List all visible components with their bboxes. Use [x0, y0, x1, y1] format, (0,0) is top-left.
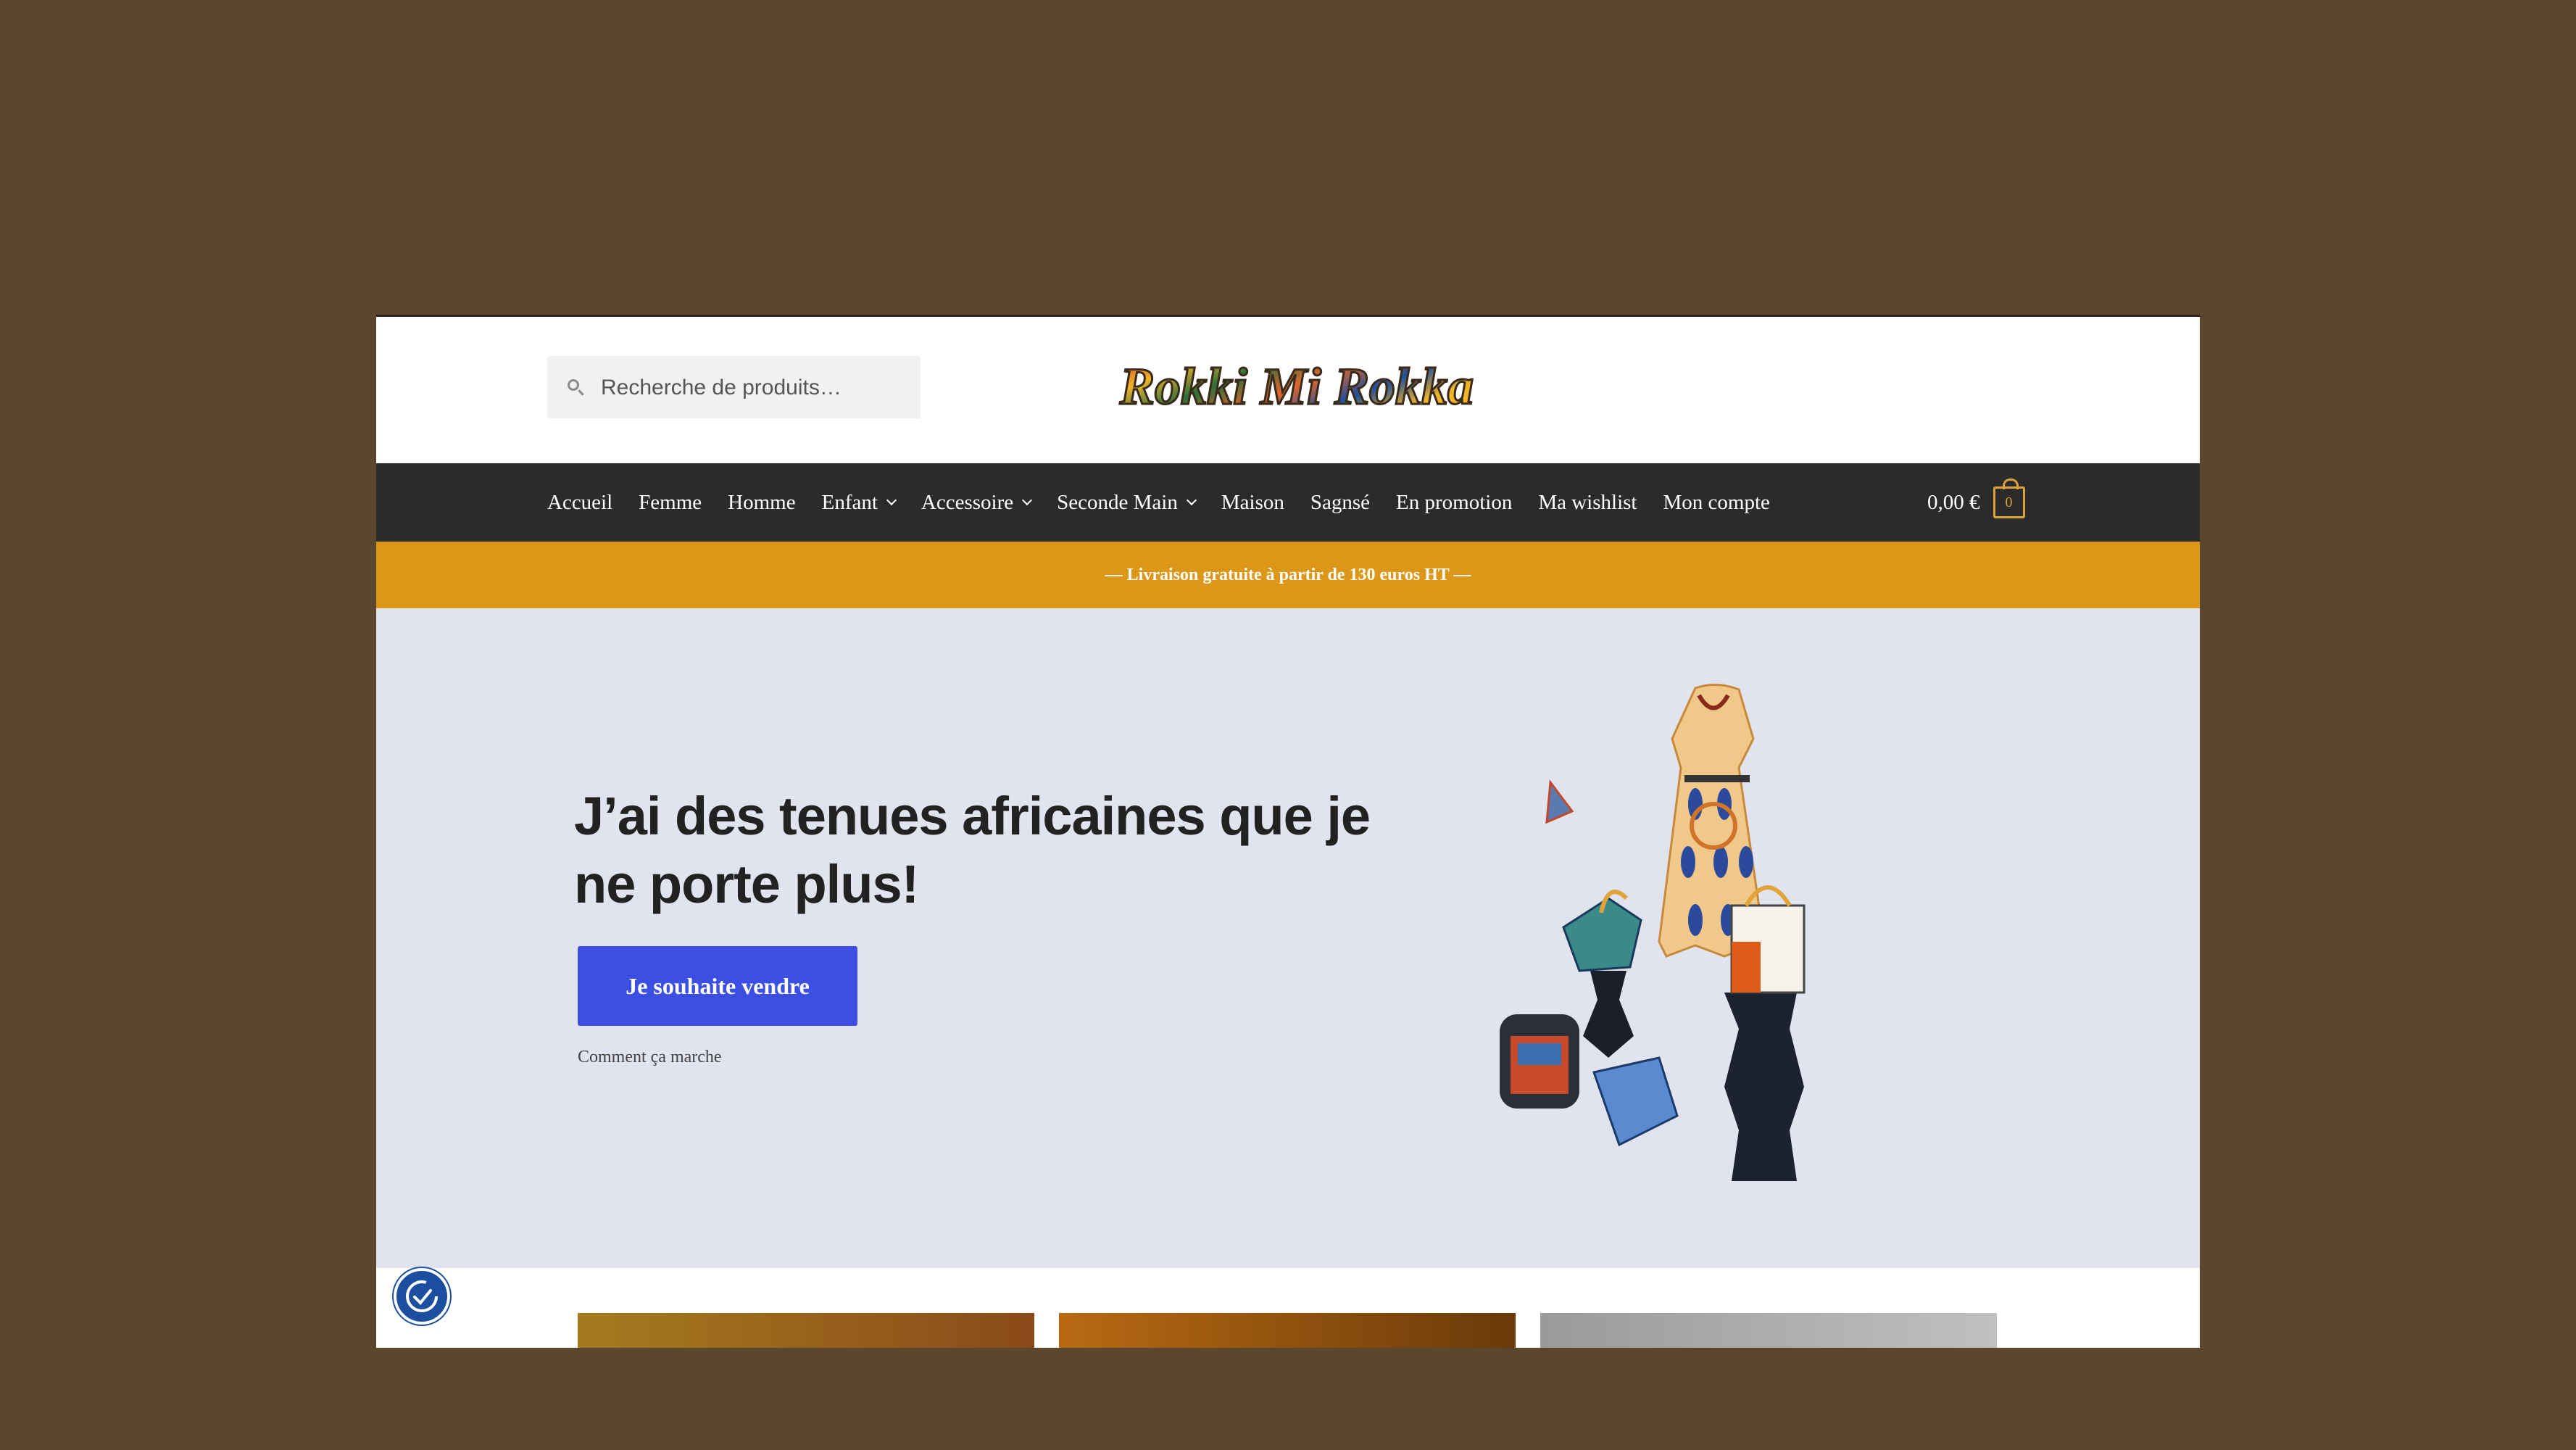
category-card[interactable]	[578, 1313, 1034, 1348]
nav-item-maison[interactable]: Maison	[1208, 491, 1297, 515]
nav-item-label: Ma wishlist	[1538, 490, 1637, 514]
nav-item-label: Femme	[639, 490, 702, 514]
nav-item-label: Mon compte	[1663, 490, 1770, 514]
hero-section: J’ai des tenues africaines que je ne por…	[376, 608, 2200, 1268]
cart-button[interactable]: 0,00 € 0	[1927, 478, 2025, 524]
nav-item-label: Sagnsé	[1310, 490, 1371, 514]
nav-item-label: Seconde Main	[1057, 490, 1178, 514]
cart-count: 0	[2005, 494, 2013, 510]
category-section	[376, 1268, 2200, 1348]
how-it-works-link[interactable]: Comment ça marche	[578, 1048, 722, 1067]
chevron-down-icon	[1186, 494, 1197, 506]
nav-item-femme[interactable]: Femme	[626, 491, 715, 515]
nav-item-label: En promotion	[1396, 490, 1513, 514]
chevron-down-icon	[886, 494, 897, 506]
site-header: Rokki Mi Rokka	[376, 317, 2200, 463]
nav-item-enfant[interactable]: Enfant	[809, 491, 908, 515]
accessibility-icon	[406, 1280, 438, 1312]
nav-item-label: Maison	[1221, 490, 1284, 514]
category-card[interactable]	[1540, 1313, 1997, 1348]
accessibility-button[interactable]	[394, 1268, 450, 1325]
nav-item-label: Accessoire	[921, 490, 1014, 514]
nav-item-label: Accueil	[547, 490, 613, 514]
nav-item-mon-compte[interactable]: Mon compte	[1650, 491, 1782, 515]
promo-banner: — Livraison gratuite à partir de 130 eur…	[376, 542, 2200, 608]
nav-item-en-promotion[interactable]: En promotion	[1383, 491, 1525, 515]
search-icon	[568, 379, 579, 391]
nav-items: Accueil Femme Homme Enfant Accessoire Seconde…	[547, 463, 1783, 542]
category-card[interactable]	[1059, 1313, 1516, 1348]
search-input[interactable]	[599, 356, 907, 420]
nav-item-accessoire[interactable]: Accessoire	[908, 491, 1044, 515]
promo-text: — Livraison gratuite à partir de 130 eur…	[1105, 565, 1471, 584]
nav-item-accueil[interactable]: Accueil	[547, 491, 626, 515]
logo-text: Rokki Mi Rokka	[1119, 357, 1474, 415]
nav-item-homme[interactable]: Homme	[715, 491, 808, 515]
nav-item-label: Homme	[728, 490, 796, 514]
cart-icon: 0	[1993, 478, 2025, 518]
search-box[interactable]	[547, 356, 921, 420]
hero-product-image	[1500, 684, 1806, 1181]
main-nav: Accueil Femme Homme Enfant Accessoire Seconde…	[376, 463, 2200, 542]
nav-item-label: Enfant	[821, 490, 878, 514]
nav-item-sagnsé[interactable]: Sagnsé	[1297, 491, 1383, 515]
sell-button[interactable]: Je souhaite vendre	[578, 946, 857, 1026]
nav-item-seconde-main[interactable]: Seconde Main	[1044, 491, 1208, 515]
chevron-down-icon	[1022, 494, 1033, 506]
site-logo[interactable]: Rokki Mi Rokka	[1087, 352, 1507, 424]
cart-total: 0,00 €	[1927, 490, 1980, 514]
nav-item-ma-wishlist[interactable]: Ma wishlist	[1525, 491, 1650, 515]
browser-page: Rokki Mi Rokka AccueilFemmeHommeEnfantAc…	[376, 315, 2200, 1348]
hero-headline: J’ai des tenues africaines que je ne por…	[574, 786, 1371, 914]
